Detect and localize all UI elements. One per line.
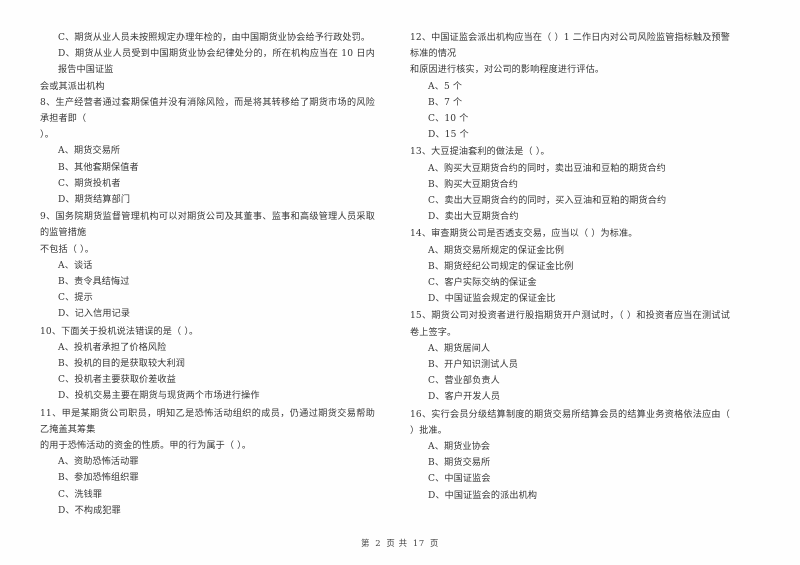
question-8-option-c: C、期货投机者	[58, 178, 121, 189]
question-14-option-b: B、期货经纪公司规定的保证金比例	[428, 261, 574, 272]
question-9-stem-continuation: 不包括（ ）。	[40, 244, 94, 255]
question-9: 9、国务院期货监督管理机构可以对期货公司及其董事、监事和高级管理人员采取的监管措…	[40, 209, 375, 322]
page-footer: 第 2 页 共 17 页	[0, 537, 800, 549]
question-10-option-b: B、投机的目的是获取较大利润	[58, 359, 186, 370]
question-10-option-d: D、投机交易主要在期货与现货两个市场进行操作	[58, 391, 260, 402]
question-16: 16、实行会员分级结算制度的期货交易所结算会员的结算业务资格依法应由（ ）批准。…	[410, 407, 730, 504]
question-14-option-a: A、期货交易所规定的保证金比例	[428, 245, 565, 256]
question-12-stem: 12、中国证监会派出机构应当在（ ）1 二作日内对公司风险监管指标触及预警标准的…	[410, 33, 730, 60]
question-10-stem: 10、下面关于投机说法错误的是（ ）。	[40, 326, 199, 337]
question-10-option-c: C、投机者主要获取价差收益	[58, 375, 177, 386]
question-11: 11、甲是某期货公司职员，明知乙是恐怖活动组织的成员，仍通过期货交易帮助乙掩盖其…	[40, 406, 375, 519]
question-13-option-c: C、卖出大豆期货合约的同时，买入豆油和豆粕的期货合约	[428, 196, 667, 207]
question-10-option-a: A、投机者承担了价格风险	[58, 342, 167, 353]
question-14-stem: 14、审查期货公司是否透支交易，应当以（ ）为标准。	[410, 229, 638, 240]
footer-total-pages: 17	[412, 538, 425, 548]
carryover-option-c: C、期货从业人员未按照规定办理年检的，由中国期货业协会给予行政处罚。	[58, 33, 371, 43]
question-8-option-a: A、期货交易所	[58, 146, 121, 157]
question-16-stem: 16、实行会员分级结算制度的期货交易所结算会员的结算业务资格依法应由（ ）批准。	[410, 409, 730, 436]
question-15-option-a: A、期货居间人	[428, 343, 491, 354]
right-column: 12、中国证监会派出机构应当在（ ）1 二作日内对公司风险监管指标触及预警标准的…	[385, 30, 730, 515]
exam-page: C、期货从业人员未按照规定办理年检的，由中国期货业协会给予行政处罚。 D、期货从…	[0, 0, 800, 565]
question-15-option-c: C、营业部负责人	[428, 376, 500, 387]
carryover-option-d: D、期货从业人员受到中国期货业协会纪律处分的，所在机构应当在 10 日内报告中国…	[58, 49, 375, 76]
question-8-stem: 8、生产经营者通过套期保值并没有消除风险，而是将其转移给了期货市场的风险承担者即…	[40, 97, 375, 125]
question-12: 12、中国证监会派出机构应当在（ ）1 二作日内对公司风险监管指标触及预警标准的…	[410, 30, 730, 143]
question-14: 14、审查期货公司是否透支交易，应当以（ ）为标准。 A、期货交易所规定的保证金…	[410, 226, 730, 307]
footer-page-number: 2	[375, 538, 382, 548]
question-13: 13、大豆提油套利的做法是（ ）。 A、购买大豆期货合约的同时，卖出豆油和豆粕的…	[410, 144, 730, 225]
carryover-option-d-continuation: 会或其派出机构	[40, 81, 105, 92]
question-11-stem: 11、甲是某期货公司职员，明知乙是恐怖活动组织的成员，仍通过期货交易帮助乙掩盖其…	[40, 408, 375, 435]
question-14-option-c: C、客户实际交纳的保证金	[428, 278, 537, 289]
question-10: 10、下面关于投机说法错误的是（ ）。 A、投机者承担了价格风险 B、投机的目的…	[40, 324, 375, 405]
question-15-option-d: D、客户开发人员	[428, 392, 501, 403]
question-12-option-a: A、5 个	[428, 81, 463, 92]
question-9-option-b: B、责令具结悔过	[58, 277, 130, 288]
question-13-option-d: D、卖出大豆期货合约	[428, 212, 519, 223]
footer-page-middle: 页 共	[386, 538, 408, 548]
question-11-option-d: D、不构成犯罪	[58, 505, 121, 516]
question-8-option-d: D、期货结算部门	[58, 195, 131, 206]
two-column-layout: C、期货从业人员未按照规定办理年检的，由中国期货业协会给予行政处罚。 D、期货从…	[0, 0, 800, 516]
question-13-stem: 13、大豆提油套利的做法是（ ）。	[410, 147, 550, 158]
question-9-option-d: D、记入信用记录	[58, 309, 131, 320]
question-16-option-d: D、中国证监会的派出机构	[428, 490, 538, 501]
left-column: C、期货从业人员未按照规定办理年检的，由中国期货业协会给予行政处罚。 D、期货从…	[40, 30, 385, 516]
question-13-option-a: A、购买大豆期货合约的同时，卖出豆油和豆粕的期货合约	[428, 163, 666, 174]
question-16-option-a: A、期货业协会	[428, 442, 491, 453]
footer-page-prefix: 第	[360, 538, 370, 548]
question-8-option-b: B、其他套期保值者	[58, 162, 139, 173]
question-16-option-c: C、中国证监会	[428, 474, 491, 485]
question-14-option-d: D、中国证监会规定的保证金比	[428, 294, 556, 305]
question-11-option-a: A、资助恐怖活动罪	[58, 457, 139, 468]
question-16-option-b: B、期货交易所	[428, 458, 491, 469]
question-12-stem-continuation: 和原因进行核实，对公司的影响程度进行评估。	[410, 65, 605, 76]
question-9-option-a: A、谈话	[58, 260, 93, 271]
question-12-option-b: B、7 个	[428, 97, 463, 108]
footer-page-suffix: 页	[430, 538, 440, 548]
question-11-option-b: B、参加恐怖组织罪	[58, 473, 139, 484]
question-12-option-c: C、10 个	[428, 114, 469, 125]
question-12-option-d: D、15 个	[428, 130, 469, 141]
question-9-option-c: C、提示	[58, 293, 93, 304]
question-13-option-b: B、购买大豆期货合约	[428, 179, 519, 190]
question-9-stem: 9、国务院期货监督管理机构可以对期货公司及其董事、监事和高级管理人员采取的监管措…	[40, 212, 375, 239]
question-8-stem-continuation: ）。	[40, 130, 54, 141]
question-15-stem: 15、期货公司对投资者进行股指期货开户测试时，（ ）和投资者应当在测试试卷上签字…	[410, 311, 730, 338]
question-15: 15、期货公司对投资者进行股指期货开户测试时，（ ）和投资者应当在测试试卷上签字…	[410, 308, 730, 405]
question-15-option-b: B、开户知识测试人员	[428, 360, 519, 371]
question-11-stem-continuation: 的用于恐怖活动的资金的性质。甲的行为属于（ ）。	[40, 441, 252, 452]
question-8: 8、生产经营者通过套期保值并没有消除风险，而是将其转移给了期货市场的风险承担者即…	[40, 95, 375, 208]
question-11-option-c: C、洗钱罪	[58, 489, 103, 500]
